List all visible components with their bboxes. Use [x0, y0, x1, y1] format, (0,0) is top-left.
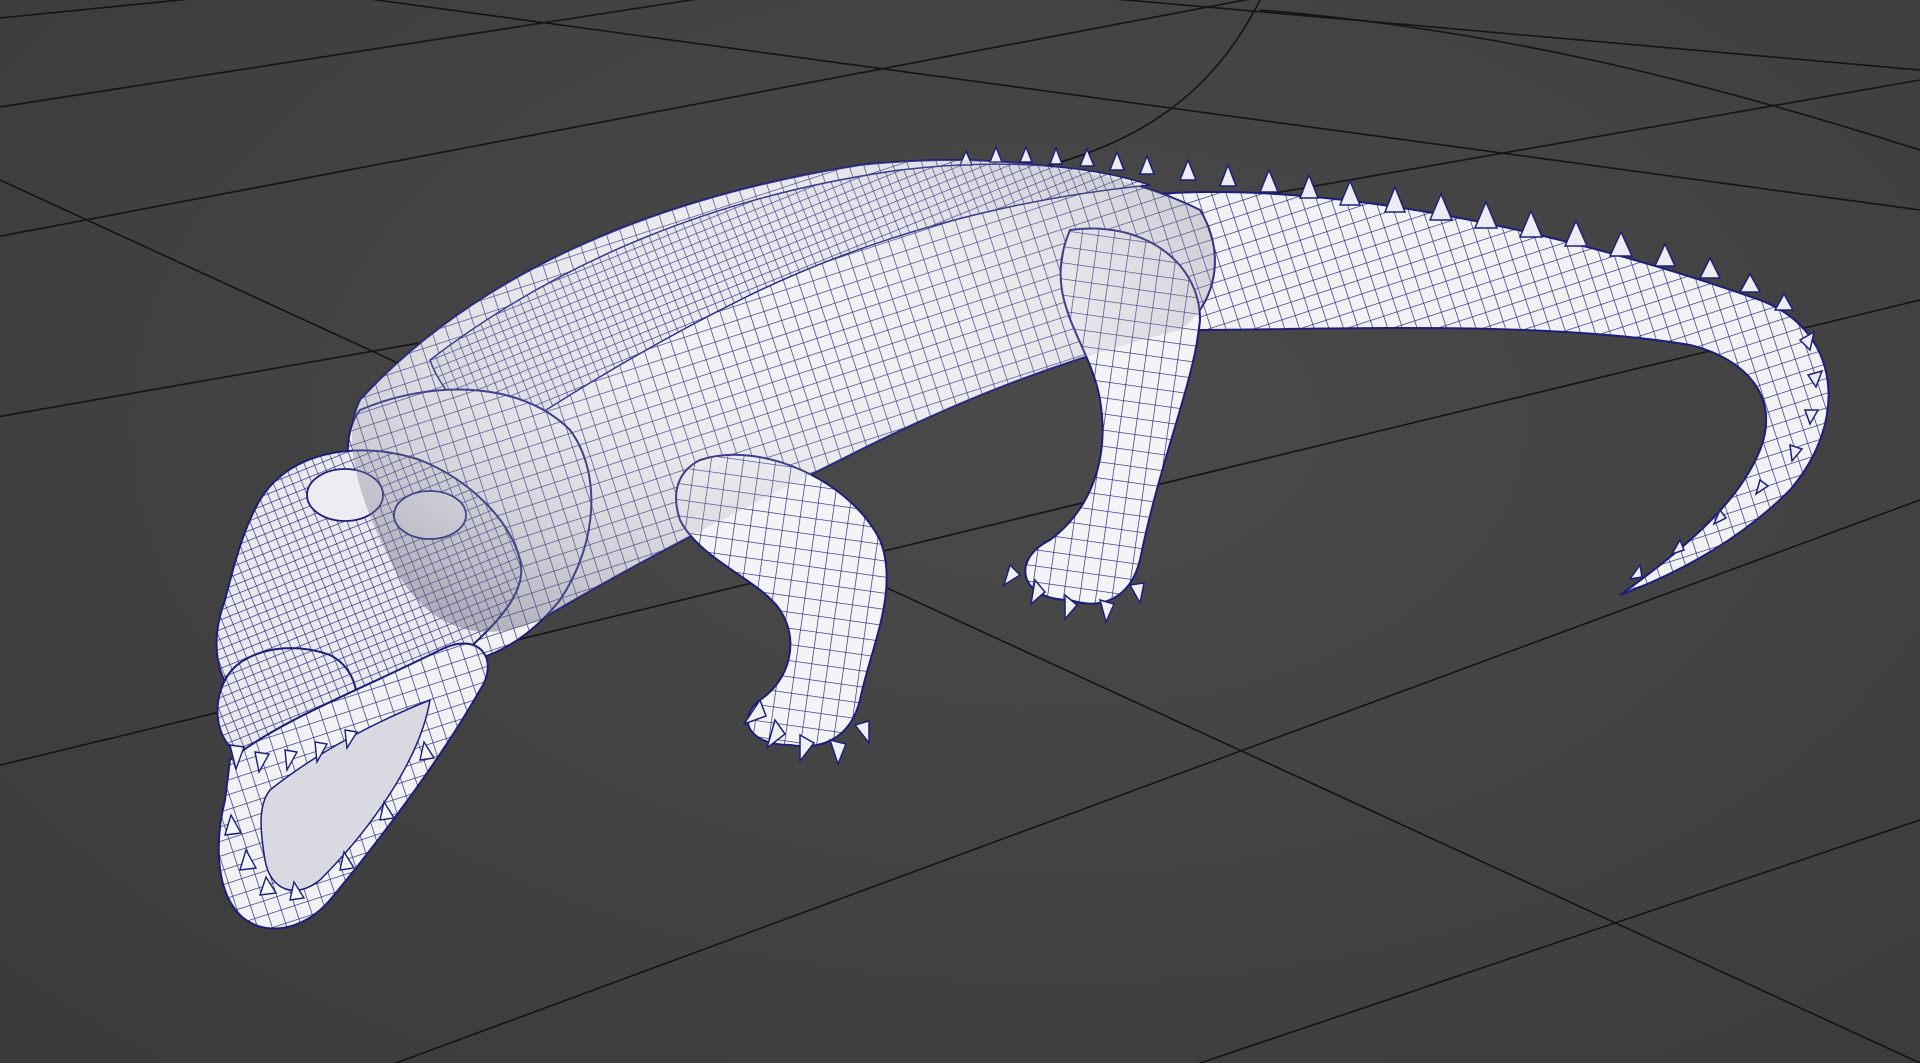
3d-viewport[interactable] — [0, 0, 1920, 1063]
viewport-canvas[interactable] — [0, 0, 1920, 1063]
crocodile-mesh[interactable] — [215, 144, 1830, 930]
